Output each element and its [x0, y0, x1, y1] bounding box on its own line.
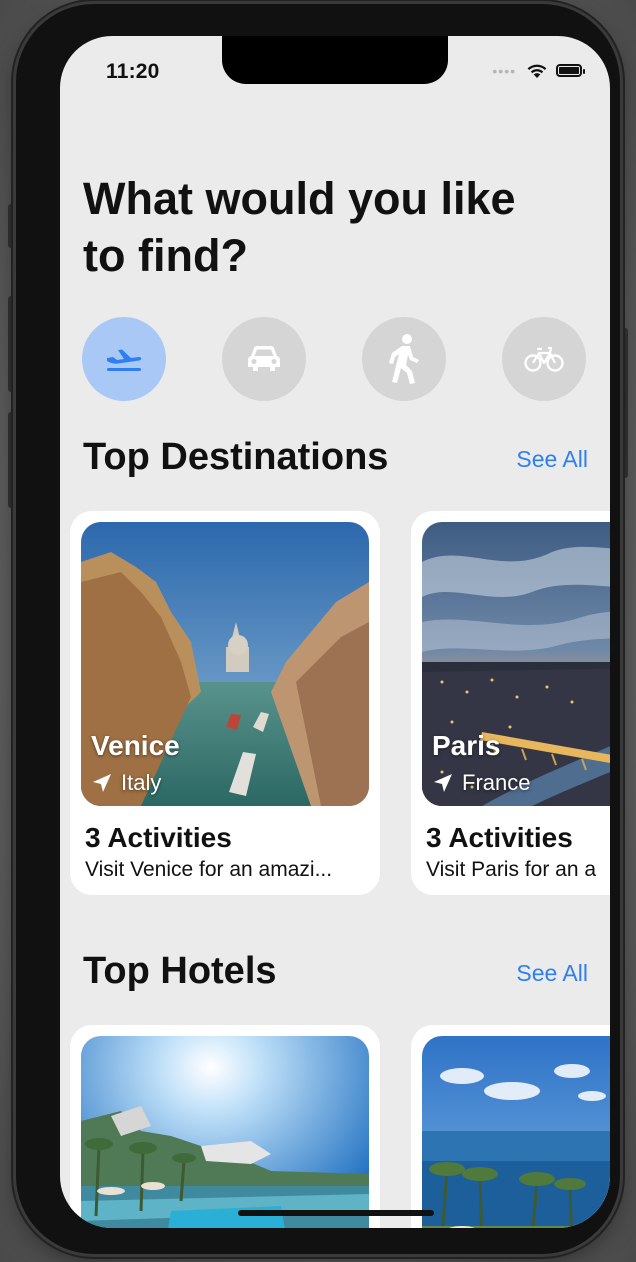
hotel-photo-1 [81, 1036, 369, 1228]
card-description: Visit Paris for an a [426, 858, 597, 881]
card-activities-count: 3 Activities [426, 822, 573, 853]
destinations-title: Top Destinations [83, 436, 389, 478]
card-description: Visit Venice for an amazi... [85, 858, 333, 881]
paris-photo: Paris France [422, 522, 610, 806]
walking-person-icon [389, 334, 419, 384]
location-arrow-icon [434, 774, 452, 792]
category-flights-button[interactable] [82, 317, 166, 401]
app-screen: 11:20 •••• What would you like to find? [60, 36, 610, 1228]
power-button [620, 328, 628, 478]
hotels-title: Top Hotels [83, 950, 277, 992]
bicycle-icon [524, 346, 564, 372]
cellular-dots-icon: •••• [492, 62, 516, 79]
page-title: What would you like to find? [83, 173, 516, 281]
venice-photo: Venice Italy [81, 522, 369, 806]
hotel-image-1 [81, 1036, 369, 1228]
card-country: France [462, 770, 531, 795]
car-icon [248, 346, 280, 371]
status-icons: •••• [492, 62, 585, 79]
card-country: Italy [121, 770, 162, 795]
volume-up-button [8, 296, 16, 392]
hotel-image-2 [422, 1036, 610, 1228]
hotel-card-1[interactable] [70, 1025, 380, 1228]
location-arrow-icon [93, 774, 111, 792]
silent-switch [8, 204, 16, 248]
hotel-photo-2 [422, 1036, 610, 1228]
destination-card-paris[interactable]: Paris France 3 Activities Visit Paris fo… [411, 511, 610, 895]
airplane-icon [107, 349, 142, 371]
battery-icon [556, 64, 585, 77]
card-city-name: Venice [91, 730, 180, 761]
hotels-see-all-link[interactable]: See All [516, 960, 588, 987]
paris-image [422, 522, 610, 806]
status-time: 11:20 [106, 60, 160, 83]
wifi-icon [527, 64, 547, 78]
phone-frame: 11:20 •••• What would you like to find? [16, 4, 620, 1254]
home-indicator[interactable] [238, 1210, 434, 1216]
hotel-card-2[interactable] [411, 1025, 610, 1228]
card-location: France [432, 770, 530, 796]
card-activities-count: 3 Activities [85, 822, 232, 853]
venice-image [81, 522, 369, 806]
notch [222, 36, 448, 84]
card-city-name: Paris [432, 730, 501, 761]
destinations-see-all-link[interactable]: See All [516, 446, 588, 473]
category-car-button[interactable] [222, 317, 306, 401]
volume-down-button [8, 412, 16, 508]
category-row [82, 317, 586, 401]
destination-card-venice[interactable]: Venice Italy 3 Activities Visit Venice f… [70, 511, 380, 895]
card-location: Italy [91, 770, 161, 796]
category-walking-button[interactable] [362, 317, 446, 401]
category-bike-button[interactable] [502, 317, 586, 401]
